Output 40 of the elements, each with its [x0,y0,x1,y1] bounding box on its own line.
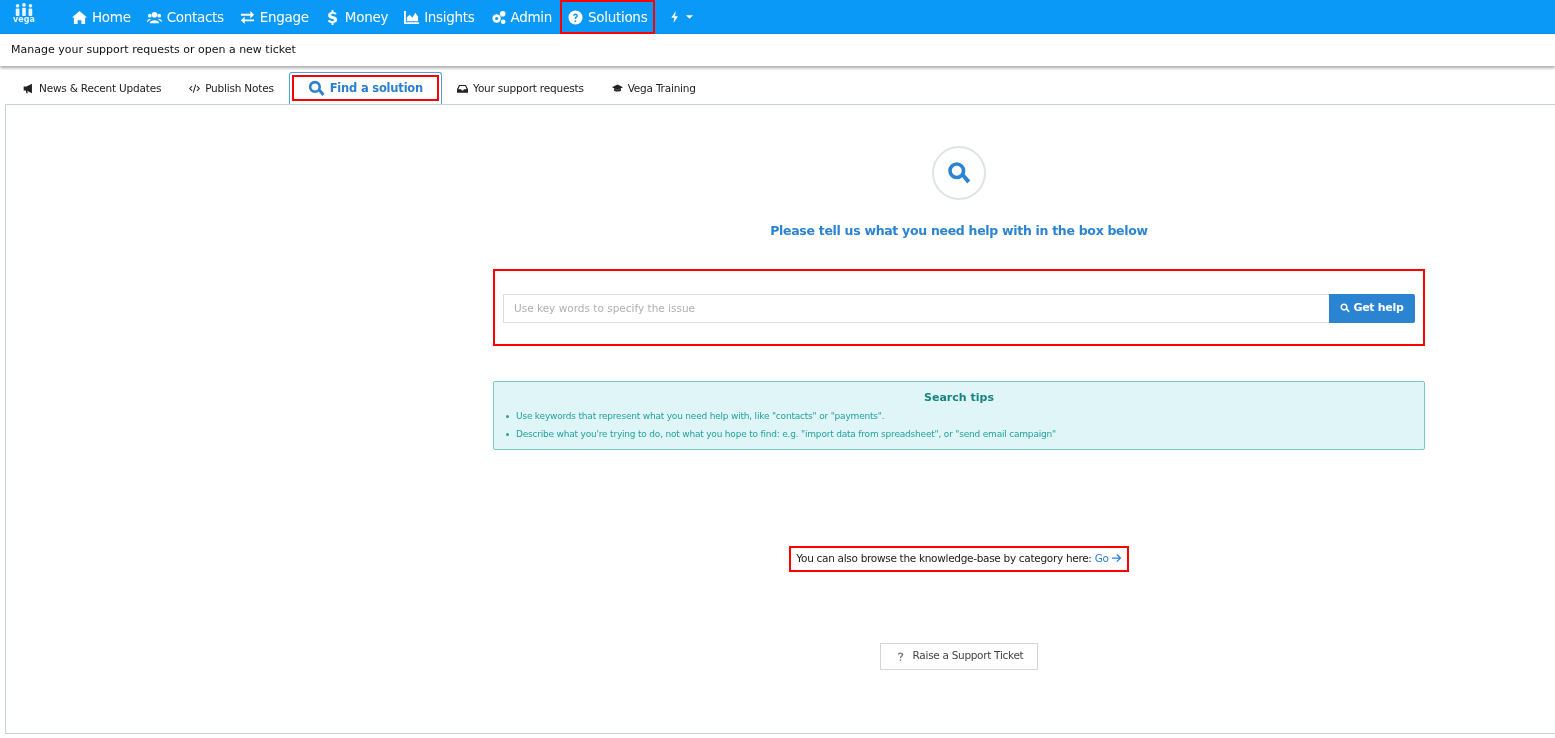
graduation-cap-icon [611,83,623,94]
page-subtitle: Manage your support requests or open a new ticket [11,41,296,58]
tab[interactable]: Vega Training [598,72,709,104]
nav-link[interactable]: Contacts [138,0,232,34]
tab[interactable]: Your support requests [444,72,597,104]
caret-icon [686,15,694,19]
get-help-button[interactable]: Get help [1329,293,1415,323]
nav-link[interactable]: Insights [396,0,483,34]
help-icon [568,9,584,25]
nav-link[interactable]: Admin [482,0,561,34]
tab[interactable]: Publish Notes [176,72,287,104]
go-link[interactable]: Go [1094,551,1122,564]
tab[interactable]: Find a solution [288,72,443,104]
logo[interactable]: vega [12,3,36,31]
megaphone-icon [23,83,34,94]
search-icon [1340,303,1351,314]
nav-link[interactable]: Solutions [560,0,656,34]
nav-link[interactable]: Engage [231,0,317,34]
nav-link[interactable]: Home [64,0,139,34]
bullet-icon [506,415,509,419]
browse-text: You can also browse the knowledge-base by category here: [796,551,1093,564]
search-icon [307,80,325,97]
inbox-icon [457,83,469,94]
bullet-icon [506,432,509,436]
raise-ticket-button[interactable]: Raise a Support Ticket [879,642,1039,670]
search-field[interactable]: Use key words to specify the issue [503,293,1329,323]
tips-title: Search tips [923,389,995,406]
gears-icon [490,9,506,25]
nav-link[interactable]: Money [316,0,397,34]
search-circle-icon [932,146,986,200]
home-icon [72,9,87,25]
tip-text: Describe what you're trying to do, not what you hope to find: e.g. "import data from spreadsheet", or "send email campaign" [516,427,1056,441]
tip-text: Use keywords that represent what you need help with, like "contacts" or "payments". [516,410,885,424]
prompt-heading: Please tell us what you need help with in the box below [770,222,1148,240]
chart-icon [404,9,420,25]
arrows-icon [239,9,255,25]
tab[interactable]: News & Recent Updates [10,72,175,104]
code-icon [189,83,201,94]
users-icon [146,9,162,25]
arrow-icon [1111,552,1122,563]
